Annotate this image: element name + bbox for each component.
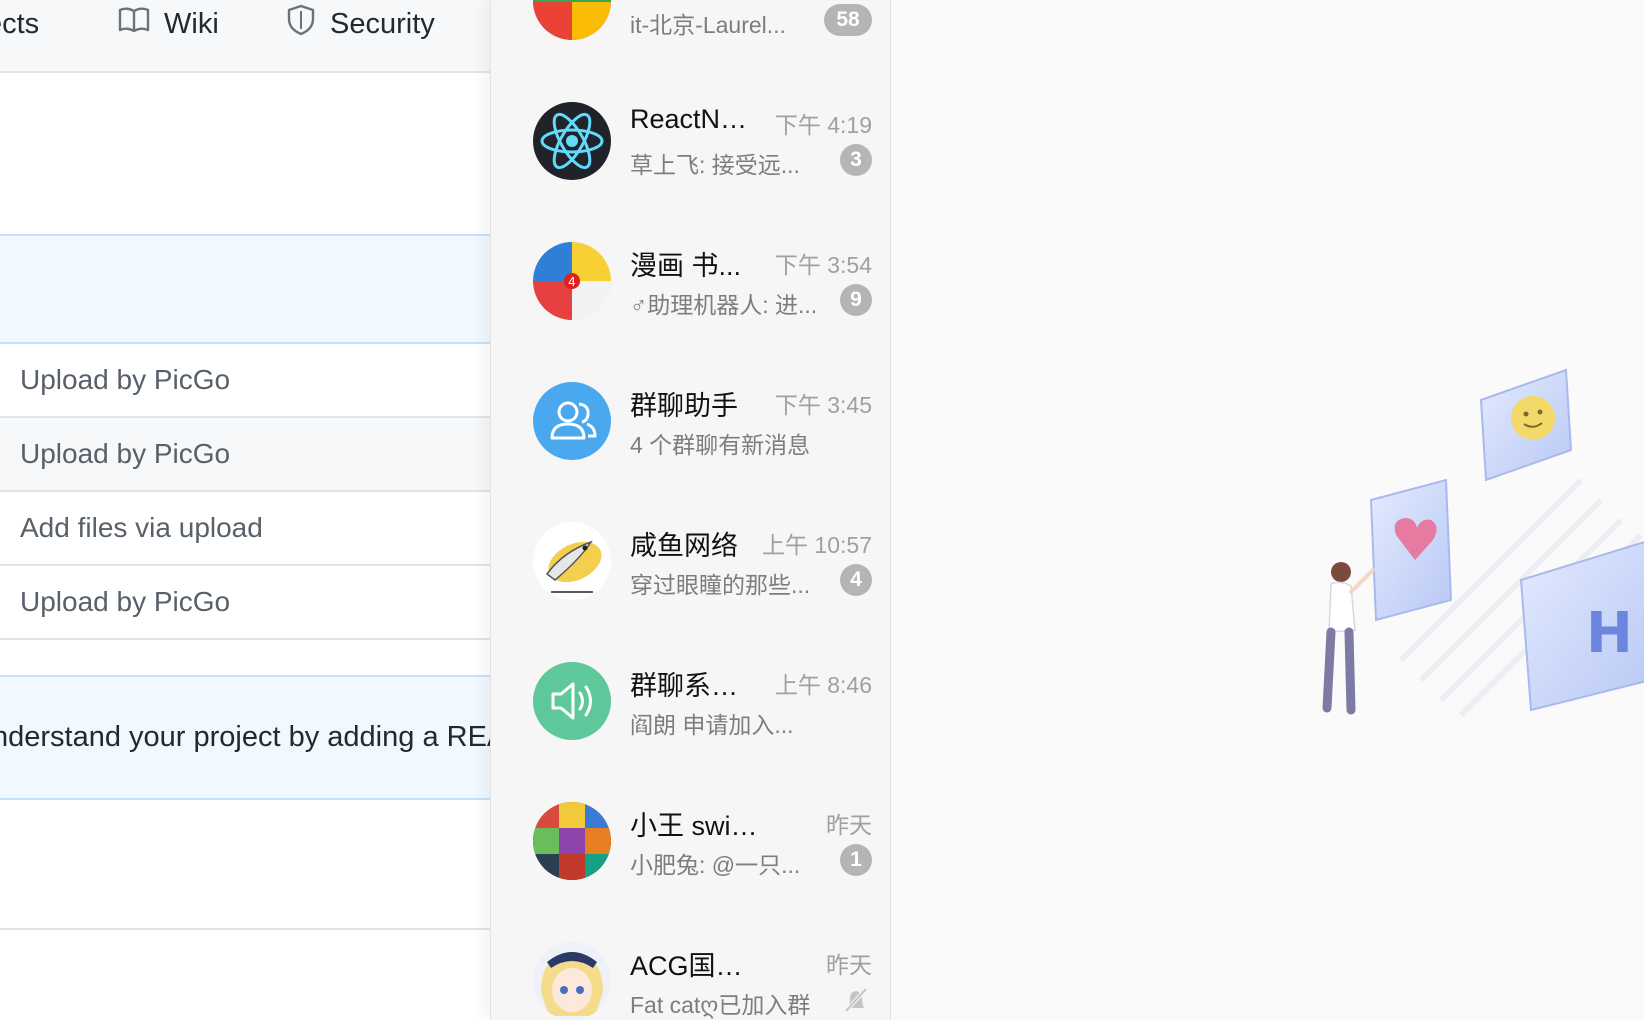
chat-preview: 草上飞: 接受远... bbox=[630, 152, 800, 178]
unread-badge: 58 bbox=[824, 4, 872, 36]
chat-name: 咸鱼网络 bbox=[630, 531, 738, 561]
book-icon bbox=[118, 6, 150, 42]
chat-preview: 阎朗 申请加入... bbox=[630, 712, 794, 738]
commit-message[interactable]: Upload by PicGo bbox=[20, 586, 230, 618]
chat-preview: 穿过眼瞳的那些... bbox=[630, 572, 811, 598]
chat-item[interactable]: ReactNative 下午 4:19 草上飞: 接受远... 3 bbox=[491, 62, 890, 202]
tab-security-label: Security bbox=[330, 7, 435, 40]
github-repo-pane: ects Wiki Security Upload by PicGo Uploa… bbox=[0, 0, 490, 1020]
tab-projects-label: ects bbox=[0, 7, 40, 40]
chat-preview: it-北京-Laurel... bbox=[630, 12, 786, 38]
chat-preview: Fat catღ已加入群 bbox=[630, 992, 811, 1018]
speaker-icon bbox=[533, 662, 611, 740]
chat-avatar bbox=[533, 942, 611, 1020]
chat-item[interactable]: 群聊助手 下午 3:45 4 个群聊有新消息 bbox=[491, 342, 890, 482]
chat-time: 昨天 bbox=[826, 952, 872, 978]
chat-list: it-北京-Laurel... 58 ReactNative 下午 4:19 草… bbox=[490, 0, 891, 1020]
repo-nav-tabs: ects Wiki Security bbox=[0, 0, 490, 73]
commit-message[interactable]: Add files via upload bbox=[20, 512, 263, 544]
mute-bell-icon bbox=[842, 986, 870, 1019]
unread-badge: 9 bbox=[840, 284, 872, 316]
chat-time: 上午 10:57 bbox=[762, 532, 872, 558]
tab-wiki[interactable]: Wiki bbox=[118, 0, 219, 48]
empty-state-illustration: H bbox=[1321, 360, 1644, 745]
commit-message[interactable]: Upload by PicGo bbox=[20, 364, 230, 396]
commit-row[interactable]: Upload by PicGo bbox=[0, 344, 490, 418]
chat-name: ACG国际妹... bbox=[630, 951, 760, 981]
unread-badge: 1 bbox=[840, 844, 872, 876]
chat-preview: 小肥兔: @一只... bbox=[630, 852, 801, 878]
chat-avatar bbox=[533, 802, 611, 880]
chat-item[interactable]: 群聊系统消息 上午 8:46 阎朗 申请加入... bbox=[491, 622, 890, 762]
chat-preview: 4 个群聊有新消息 bbox=[630, 432, 811, 458]
chat-name: 群聊助手 bbox=[630, 391, 738, 421]
chat-time: 昨天 bbox=[826, 812, 872, 838]
group-assistant-icon bbox=[533, 382, 611, 460]
unread-badge: 3 bbox=[840, 144, 872, 176]
chat-empty-state: H bbox=[891, 0, 1644, 1020]
tab-projects[interactable]: ects bbox=[0, 0, 39, 48]
chat-preview: ♂助理机器人: 进... bbox=[630, 292, 818, 318]
commit-list: Upload by PicGo Upload by PicGo Add file… bbox=[0, 344, 490, 640]
chat-time: 上午 8:46 bbox=[774, 672, 872, 698]
chat-item[interactable]: 4 漫画 书... 下午 3:54 ♂助理机器人: 进... 9 bbox=[491, 202, 890, 342]
unread-badge: 4 bbox=[840, 564, 872, 596]
chat-time: 下午 4:19 bbox=[774, 112, 872, 138]
readme-prompt-banner: nderstand your project by adding a READM… bbox=[0, 675, 490, 800]
commit-row[interactable]: Upload by PicGo bbox=[0, 418, 490, 492]
svg-text:H: H bbox=[1586, 601, 1633, 666]
chat-name: 小王 switch... bbox=[630, 811, 760, 841]
chat-item[interactable]: it-北京-Laurel... 58 bbox=[491, 0, 890, 62]
repo-info-banner bbox=[0, 234, 490, 344]
footer-divider bbox=[0, 928, 490, 930]
commit-message[interactable]: Upload by PicGo bbox=[20, 438, 230, 470]
svg-text:4: 4 bbox=[568, 275, 576, 289]
chat-name: ReactNative bbox=[630, 104, 760, 134]
chat-name: 漫画 书... bbox=[630, 251, 742, 281]
chat-avatar bbox=[533, 522, 611, 600]
shield-icon bbox=[286, 4, 316, 44]
chat-item[interactable]: 咸鱼网络 上午 10:57 穿过眼瞳的那些... 4 bbox=[491, 482, 890, 622]
commit-row[interactable]: Upload by PicGo bbox=[0, 566, 490, 640]
tab-security[interactable]: Security bbox=[286, 0, 435, 48]
chat-avatar: 4 bbox=[533, 242, 611, 320]
chat-time: 下午 3:45 bbox=[774, 392, 872, 418]
chat-avatar bbox=[533, 102, 611, 180]
readme-prompt-text: nderstand your project by adding a READM… bbox=[0, 721, 490, 753]
chat-time: 下午 3:54 bbox=[774, 252, 872, 278]
chat-item[interactable]: ACG国际妹... 昨天 Fat catღ已加入群 bbox=[491, 902, 890, 1020]
desktop: ects Wiki Security Upload by PicGo Uploa… bbox=[0, 0, 1644, 1020]
commit-row[interactable]: Add files via upload bbox=[0, 492, 490, 566]
chat-name: 群聊系统消息 bbox=[630, 671, 760, 701]
tab-wiki-label: Wiki bbox=[164, 7, 219, 40]
chat-item[interactable]: 小王 switch... 昨天 小肥兔: @一只... 1 bbox=[491, 762, 890, 902]
chat-avatar bbox=[533, 0, 611, 40]
